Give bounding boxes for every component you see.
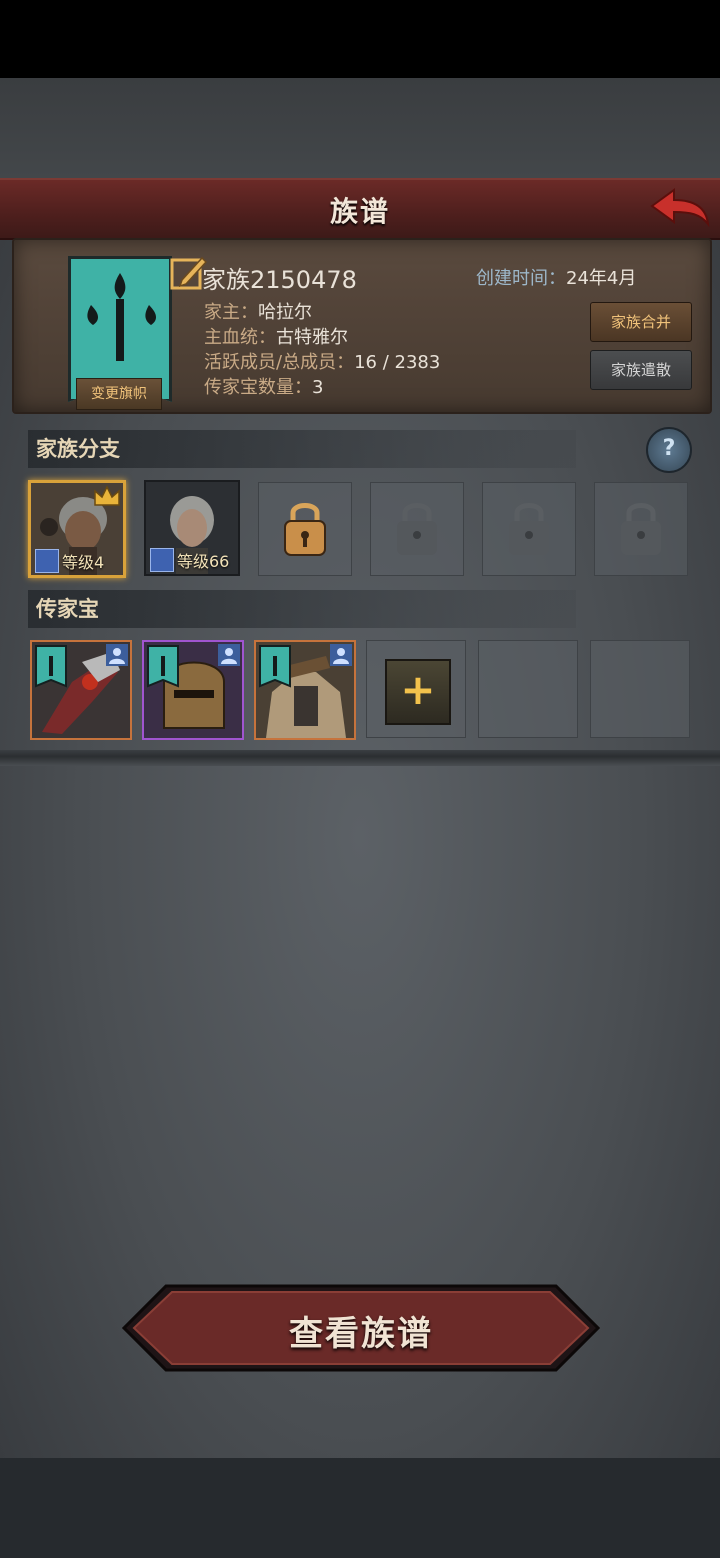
heirlooms-section-title: 传家宝 — [28, 590, 576, 628]
heirloom-item-3[interactable] — [254, 640, 356, 740]
top-area — [0, 78, 720, 178]
view-family-tree-label: 查看族谱 — [289, 1314, 433, 1354]
member-count-label: 活跃成员/总成员： — [204, 352, 355, 373]
person-icon — [106, 644, 128, 666]
branch-slot-locked — [594, 482, 688, 576]
bloodline-value: 古特雅尔 — [276, 327, 348, 348]
branch-slot-unlockable[interactable] — [258, 482, 352, 576]
change-banner-button[interactable]: 变更旗帜 — [76, 378, 162, 410]
level-tag: 等级66 — [150, 548, 229, 572]
family-name: 家族2150478 — [202, 266, 357, 294]
sword-icon — [35, 549, 59, 573]
person-icon — [330, 644, 352, 666]
create-time-value: 24年4月 — [566, 268, 637, 289]
golden-lock-icon — [284, 503, 326, 556]
help-button[interactable]: ? — [646, 427, 692, 473]
branch-slot-locked — [370, 482, 464, 576]
main-bloodline: 主血统：古特雅尔 — [204, 323, 348, 349]
bloodline-label: 主血统： — [204, 327, 276, 348]
branch-member-2[interactable]: 等级66 — [144, 480, 240, 576]
branch-slot-locked — [482, 482, 576, 576]
family-head: 家主：哈拉尔 — [204, 298, 312, 324]
family-banner-icon — [147, 645, 179, 688]
view-family-tree-button[interactable]: 查看族谱 — [121, 1284, 601, 1372]
heirloom-empty-slot — [478, 640, 578, 738]
lock-icon — [621, 503, 661, 555]
title-bar: 族谱 — [0, 178, 720, 240]
heirloom-empty-slot — [590, 640, 690, 738]
sword-icon — [150, 548, 174, 572]
bottom-bar — [0, 1458, 720, 1558]
lock-icon — [397, 503, 437, 555]
level-tag: 等级4 — [35, 549, 104, 573]
family-head-value: 哈拉尔 — [258, 302, 312, 323]
heirloom-item-2[interactable] — [142, 640, 244, 740]
heirloom-add-slot[interactable]: + — [366, 640, 466, 738]
level-label: 等级4 — [62, 553, 105, 572]
member-count-value: 16 / 2383 — [354, 352, 441, 373]
family-header-card: 变更旗帜 家族2150478 创建时间：24年4月 家主：哈拉尔 主血统：古特雅… — [12, 238, 712, 414]
lock-icon — [509, 503, 549, 555]
heirloom-item-1[interactable] — [30, 640, 132, 740]
family-banner-icon — [35, 645, 67, 688]
create-time-label: 创建时间： — [476, 268, 566, 289]
level-label: 等级66 — [177, 552, 230, 571]
section-divider — [0, 750, 720, 766]
add-heirloom-button[interactable]: + — [385, 659, 451, 725]
back-arrow-icon[interactable] — [648, 184, 712, 232]
page-title: 族谱 — [329, 195, 390, 228]
branch-member-1[interactable]: 等级4 — [28, 480, 126, 578]
heirloom-count-label: 传家宝数量： — [204, 377, 312, 398]
heirloom-count-value: 3 — [312, 377, 324, 398]
heirloom-count: 传家宝数量：3 — [204, 373, 323, 399]
create-time: 创建时间：24年4月 — [476, 264, 636, 290]
crown-icon — [94, 485, 120, 506]
family-head-label: 家主： — [204, 302, 258, 323]
disband-family-button[interactable]: 家族遣散 — [590, 350, 692, 390]
branches-section-title: 家族分支 — [28, 430, 576, 468]
family-banner-icon — [259, 645, 291, 688]
member-count: 活跃成员/总成员：16 / 2383 — [204, 348, 440, 374]
merge-family-button[interactable]: 家族合并 — [590, 302, 692, 342]
person-icon — [218, 644, 240, 666]
